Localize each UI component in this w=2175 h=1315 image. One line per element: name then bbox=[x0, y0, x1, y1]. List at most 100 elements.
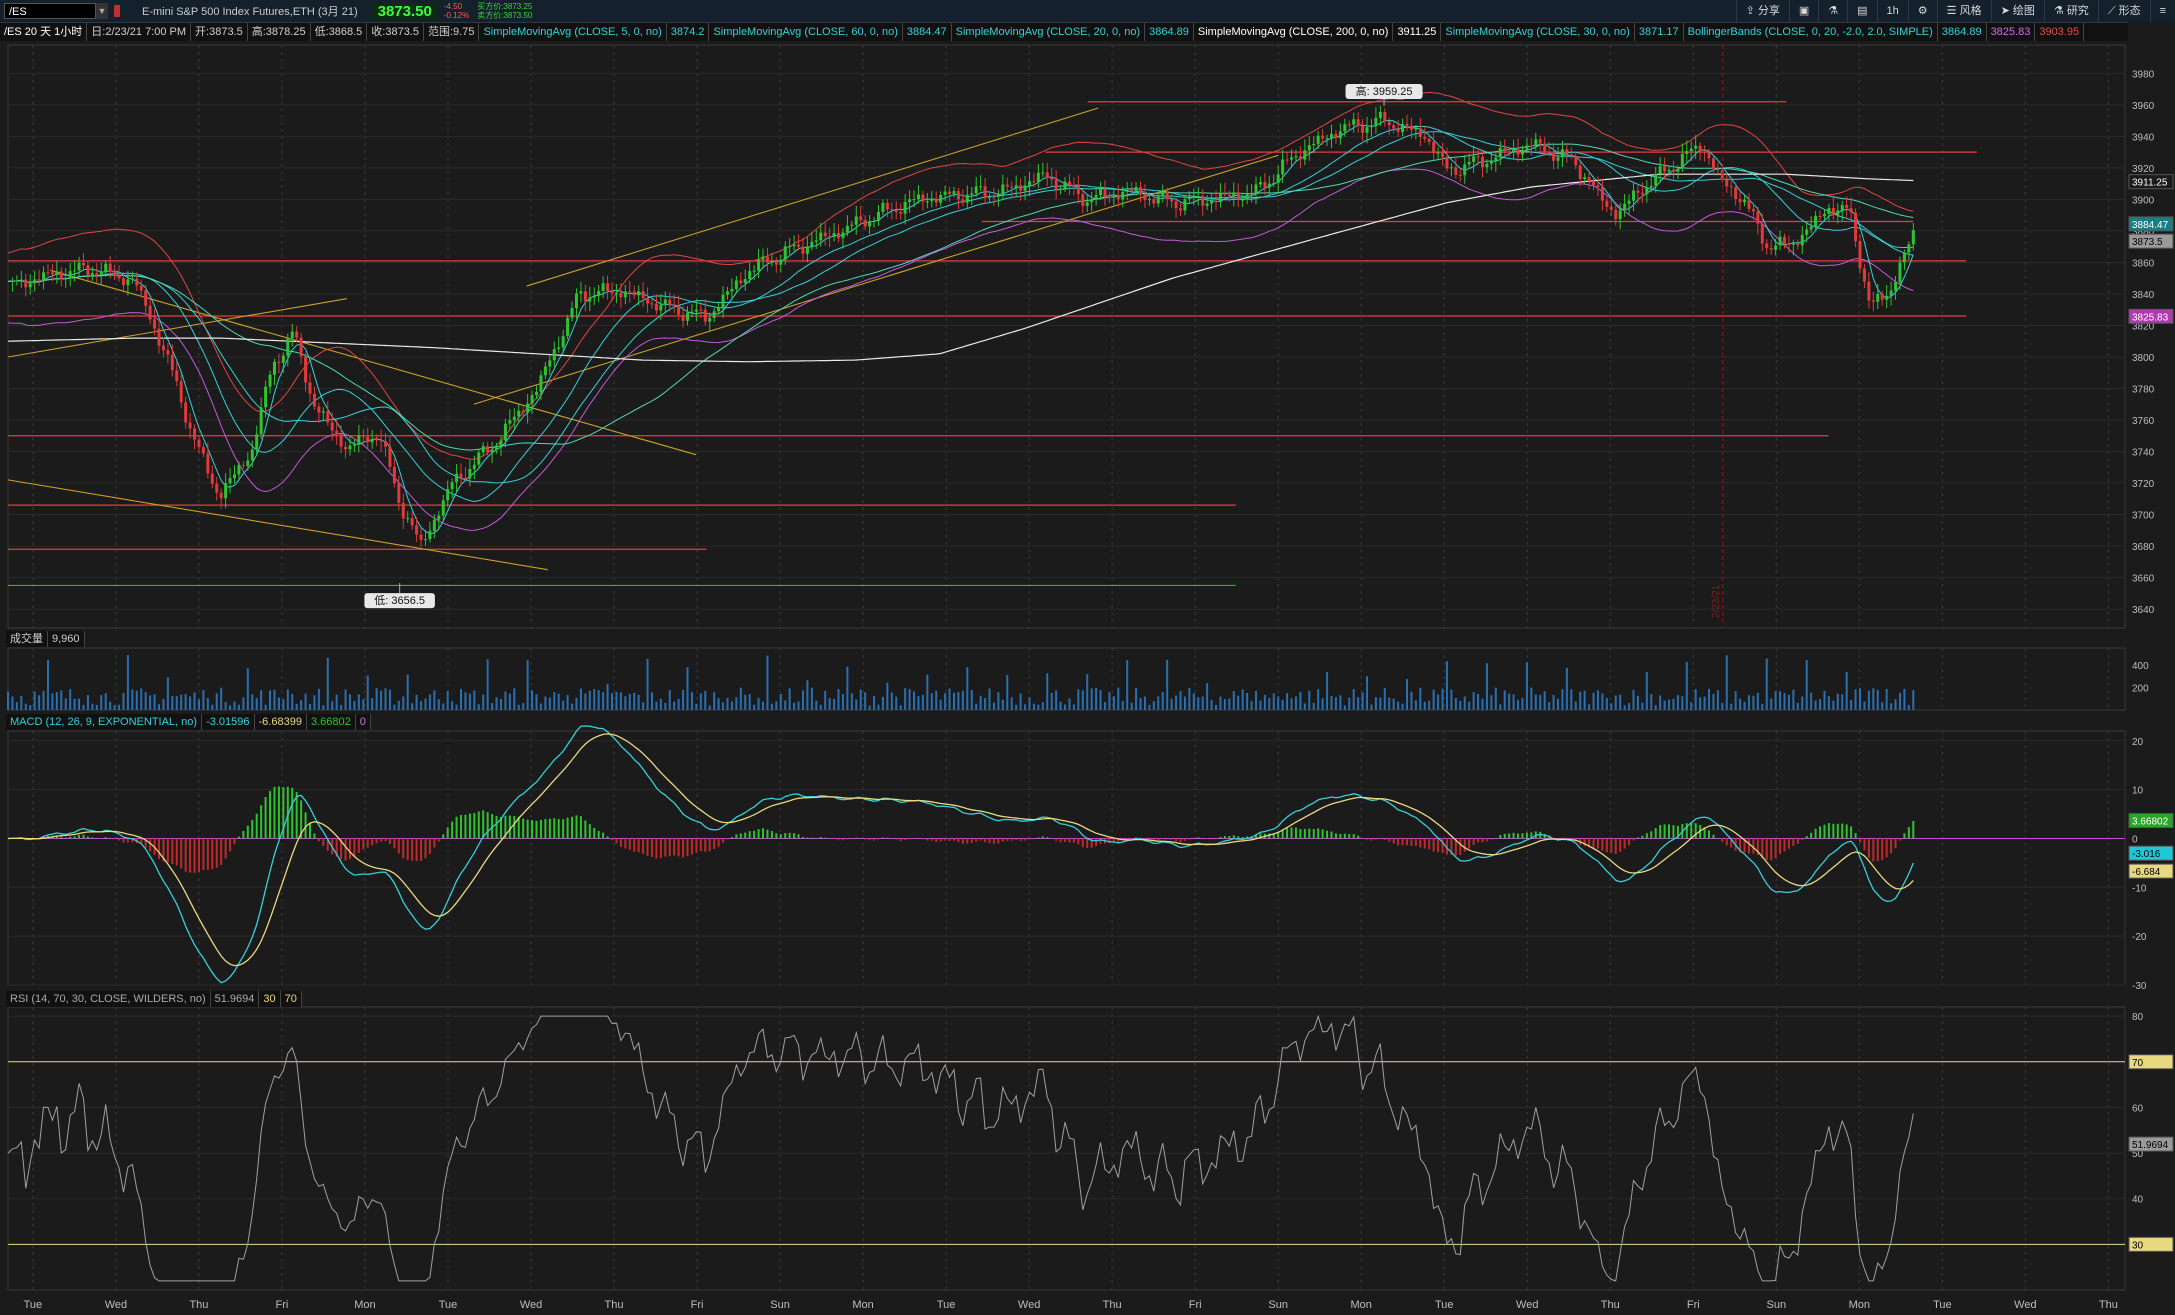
timeframe-label[interactable]: /ES 20 天 1小时 bbox=[0, 23, 88, 41]
candle-body bbox=[1703, 151, 1707, 153]
study-sma5-label[interactable]: SimpleMovingAvg (CLOSE, 5, 0, no) bbox=[479, 23, 667, 41]
candle-body bbox=[925, 201, 929, 203]
candle-body bbox=[1467, 161, 1471, 165]
candle-body bbox=[1720, 169, 1724, 180]
candle-body bbox=[1560, 149, 1564, 158]
settings-button[interactable]: ⚙ bbox=[1907, 0, 1937, 22]
macd-title[interactable]: MACD (12, 26, 9, EXPONENTIAL, no) bbox=[6, 714, 203, 730]
candle-body bbox=[503, 423, 507, 441]
info-icon[interactable]: ! bbox=[10, 47, 24, 61]
candle-body bbox=[86, 265, 90, 276]
candle-body bbox=[1623, 203, 1627, 211]
chart-canvas[interactable]: 高: 3959.25低: 3656.5 2/23/21 3640366036803… bbox=[0, 0, 2175, 1315]
volume-title[interactable]: 成交量 bbox=[6, 631, 48, 647]
candle-body bbox=[1694, 145, 1698, 149]
candle-body bbox=[988, 196, 992, 198]
candle-body bbox=[1445, 156, 1449, 169]
pattern-icon: ⟋ bbox=[2107, 5, 2116, 17]
candle-body bbox=[1139, 186, 1143, 195]
macd-tick-label: 20 bbox=[2132, 737, 2144, 748]
study-sma30-label[interactable]: SimpleMovingAvg (CLOSE, 30, 0, no) bbox=[1441, 23, 1635, 41]
candle-body bbox=[1290, 157, 1294, 160]
candle-body bbox=[1303, 150, 1307, 160]
candle-body bbox=[184, 402, 188, 423]
candle-body bbox=[1876, 293, 1880, 302]
candle-body bbox=[1143, 194, 1147, 200]
macd-diff: 3.66802 bbox=[306, 714, 356, 730]
price-tick-label: 3820 bbox=[2132, 321, 2155, 332]
last-price: 3873.50 bbox=[371, 2, 438, 20]
snapshot-button[interactable]: ▣ bbox=[1788, 0, 1818, 22]
candle-body bbox=[1583, 177, 1587, 180]
style-icon: ☰ bbox=[1946, 5, 1957, 17]
share-button[interactable]: ⇪ 分享 bbox=[1735, 0, 1789, 22]
candle-body bbox=[335, 430, 339, 435]
camera-icon: ▣ bbox=[1798, 5, 1810, 17]
candle-body bbox=[277, 361, 281, 363]
candle-body bbox=[837, 233, 841, 238]
trend-line bbox=[473, 154, 1279, 405]
drawing-button[interactable]: ➤ 绘图 bbox=[1990, 0, 2044, 22]
timeframe-button[interactable]: 1h bbox=[1876, 0, 1908, 22]
study-bollinger-label[interactable]: BollingerBands (CLOSE, 0, 20, -2.0, 2.0,… bbox=[1684, 23, 1938, 41]
axis-value-badge bbox=[2128, 845, 2174, 861]
menu-button[interactable]: ≡ bbox=[2149, 0, 2175, 22]
candle-body bbox=[1565, 149, 1569, 155]
studies-button[interactable]: ⚗ 研究 bbox=[2043, 0, 2098, 22]
candle-body bbox=[290, 331, 294, 339]
candle-body bbox=[956, 191, 960, 200]
candle-body bbox=[903, 201, 907, 214]
candle-body bbox=[970, 193, 974, 195]
candle-body bbox=[1178, 208, 1182, 211]
symbol-dropdown-icon[interactable]: ▼ bbox=[96, 3, 108, 19]
candle-body bbox=[357, 435, 361, 445]
change-value: -4.50 bbox=[443, 2, 463, 11]
candle-body bbox=[774, 261, 778, 265]
candle-body bbox=[606, 283, 610, 291]
candle-body bbox=[82, 262, 86, 266]
alert-icon[interactable] bbox=[114, 5, 120, 17]
candle-body bbox=[1472, 156, 1476, 162]
candle-body bbox=[1822, 214, 1826, 217]
candle-body bbox=[930, 198, 934, 202]
candle-body bbox=[788, 246, 792, 248]
right-axis-bg bbox=[2128, 22, 2175, 1315]
study-sma20-label[interactable]: SimpleMovingAvg (CLOSE, 20, 0, no) bbox=[952, 23, 1146, 41]
candle-body bbox=[1201, 196, 1205, 206]
candle-body bbox=[1618, 210, 1622, 220]
volume-header: 成交量 9,960 bbox=[6, 631, 85, 647]
style-button[interactable]: ☰ 风格 bbox=[1936, 0, 1991, 22]
x-day-label: Wed bbox=[1018, 1299, 1040, 1311]
price-tick-label: 3640 bbox=[2132, 605, 2155, 616]
candle-body bbox=[712, 311, 716, 318]
rsi-title[interactable]: RSI (14, 70, 30, CLOSE, WILDERS, no) bbox=[6, 991, 211, 1007]
candle-body bbox=[10, 280, 14, 282]
candle-body bbox=[308, 382, 312, 394]
candle-body bbox=[1067, 181, 1071, 186]
trend-line bbox=[526, 107, 1099, 287]
candle-body bbox=[1418, 128, 1422, 138]
study-sma60-label[interactable]: SimpleMovingAvg (CLOSE, 60, 0, no) bbox=[709, 23, 903, 41]
candle-body bbox=[423, 539, 427, 541]
symbol-input[interactable]: /ES bbox=[4, 3, 96, 19]
candle-body bbox=[1258, 182, 1262, 185]
candle-body bbox=[557, 347, 561, 350]
axis-value-badge-label: 3873.5 bbox=[2132, 237, 2163, 248]
candle-body bbox=[113, 271, 117, 276]
study-sma200-label[interactable]: SimpleMovingAvg (CLOSE, 200, 0, no) bbox=[1194, 23, 1394, 41]
patterns-button[interactable]: ⟋ 形态 bbox=[2097, 0, 2150, 22]
candle-body bbox=[561, 336, 565, 348]
candle-body bbox=[255, 434, 259, 450]
candle-body bbox=[1769, 248, 1773, 250]
candle-body bbox=[370, 439, 374, 443]
x-day-label: Tue bbox=[439, 1299, 458, 1311]
candle-body bbox=[304, 356, 308, 383]
candle-body bbox=[415, 525, 419, 535]
study-sma60-value: 3884.47 bbox=[903, 23, 952, 41]
flask-button[interactable]: ⚗ bbox=[1818, 0, 1847, 22]
candle-body bbox=[1787, 243, 1791, 245]
sma-5-line bbox=[7, 119, 1914, 535]
link-button[interactable]: ▤ bbox=[1847, 0, 1876, 22]
candle-body bbox=[344, 446, 348, 450]
x-day-label: Wed bbox=[105, 1299, 127, 1311]
